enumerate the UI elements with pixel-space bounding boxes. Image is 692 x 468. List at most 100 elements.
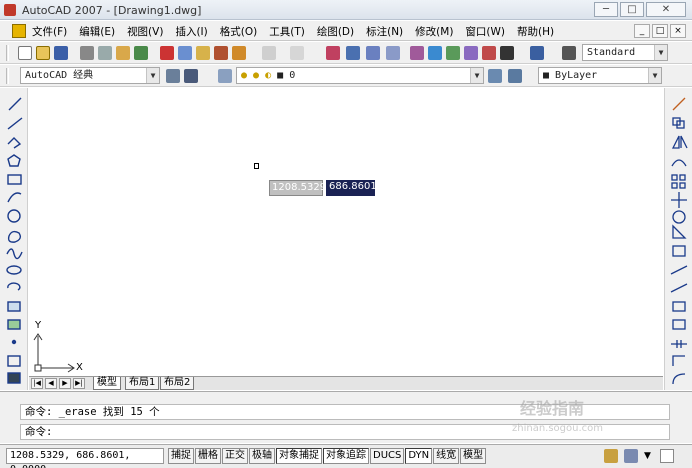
zoom-window-icon[interactable] — [366, 46, 380, 60]
pan-icon[interactable] — [326, 46, 340, 60]
dynamic-input-y[interactable]: 686.8601 — [326, 180, 377, 196]
maximize-button[interactable]: □ — [620, 2, 644, 17]
move-icon — [671, 192, 687, 208]
layer-state-icons: ● ● ◐ — [241, 70, 278, 81]
print-icon[interactable] — [80, 46, 94, 60]
layer-dropdown[interactable]: ● ● ◐ ■ 0 ▼ — [236, 67, 484, 84]
layer-value: 0 — [289, 70, 296, 81]
scale-icon — [672, 224, 687, 239]
otrack-toggle[interactable]: 对象追踪 — [323, 448, 369, 464]
match-properties-icon[interactable] — [214, 46, 228, 60]
properties-icon[interactable] — [410, 46, 424, 60]
dyn-toggle[interactable]: DYN — [405, 448, 433, 464]
menu-dimension[interactable]: 标注(N) — [366, 24, 403, 39]
erase-icon — [672, 97, 686, 111]
toolbar-grip[interactable] — [6, 45, 9, 61]
new-icon[interactable] — [18, 46, 32, 60]
open-icon[interactable] — [36, 46, 50, 60]
close-button[interactable]: ✕ — [646, 2, 686, 17]
status-bar: 1208.5329, 686.8601, 0.0000 捕捉 栅格 正交 极轴 … — [0, 444, 692, 468]
ortho-toggle[interactable]: 正交 — [222, 448, 248, 464]
snap-toggle[interactable]: 捕捉 — [168, 448, 194, 464]
redo-icon[interactable] — [290, 46, 304, 60]
doc-restore-button[interactable]: □ — [652, 24, 668, 38]
tab-layout2[interactable]: 布局2 — [160, 377, 195, 390]
osnap-toggle[interactable]: 对象捕捉 — [276, 448, 322, 464]
menu-insert[interactable]: 插入(I) — [175, 24, 207, 39]
dynamic-input-x[interactable]: 1208.5329 — [269, 180, 326, 196]
help-icon[interactable] — [530, 46, 544, 60]
tab-layout1[interactable]: 布局1 — [125, 377, 160, 390]
coordinate-display[interactable]: 1208.5329, 686.8601, 0.0000 — [6, 448, 164, 468]
ellipse-icon — [6, 265, 22, 275]
menu-help[interactable]: 帮助(H) — [517, 24, 554, 39]
markup-icon[interactable] — [482, 46, 496, 60]
block-editor-icon[interactable] — [232, 46, 246, 60]
prev-tab-button[interactable]: ◀ — [45, 378, 57, 389]
save-workspace-icon[interactable] — [184, 69, 198, 83]
point-icon — [11, 339, 17, 345]
fillet-icon — [672, 373, 686, 385]
last-tab-button[interactable]: ▶| — [73, 378, 85, 389]
minimize-button[interactable]: ─ — [594, 2, 618, 17]
zoom-realtime-icon[interactable] — [346, 46, 360, 60]
communication-center-icon[interactable] — [604, 449, 618, 463]
tool-palettes-icon[interactable] — [446, 46, 460, 60]
menu-edit[interactable]: 编辑(E) — [79, 24, 115, 39]
next-tab-button[interactable]: ▶ — [59, 378, 71, 389]
sheet-set-icon[interactable] — [464, 46, 478, 60]
join-icon — [671, 340, 687, 348]
menu-draw[interactable]: 绘图(D) — [317, 24, 354, 39]
command-window: 命令: _erase 找到 15 个 命令: — [0, 391, 692, 443]
tab-model[interactable]: 模型 — [93, 377, 121, 390]
menu-file[interactable]: 文件(F) — [32, 24, 67, 39]
ducs-toggle[interactable]: DUCS — [370, 448, 405, 464]
plot-preview-icon[interactable] — [98, 46, 112, 60]
menu-format[interactable]: 格式(O) — [220, 24, 257, 39]
3d-dwf-icon[interactable] — [134, 46, 148, 60]
layer-previous-icon[interactable] — [508, 69, 522, 83]
break-at-point-icon — [672, 301, 686, 312]
first-tab-button[interactable]: |◀ — [31, 378, 43, 389]
lock-icon[interactable] — [624, 449, 638, 463]
grid-toggle[interactable]: 栅格 — [195, 448, 221, 464]
design-center-icon[interactable] — [428, 46, 442, 60]
chevron-down-icon[interactable]: ▼ — [644, 451, 651, 461]
layer-manager-icon[interactable] — [218, 69, 232, 83]
calculator-icon[interactable] — [500, 46, 514, 60]
paste-icon[interactable] — [196, 46, 210, 60]
make-current-layer-icon[interactable] — [488, 69, 502, 83]
hatch-icon — [7, 355, 21, 367]
model-toggle[interactable]: 模型 — [460, 448, 487, 464]
text-style-dropdown[interactable]: Standard ▼ — [582, 44, 668, 61]
cut-icon[interactable] — [160, 46, 174, 60]
doc-close-button[interactable]: × — [670, 24, 686, 38]
drawing-canvas[interactable]: Y X — [29, 88, 663, 376]
publish-icon[interactable] — [116, 46, 130, 60]
extend-icon — [670, 283, 688, 293]
workspace-dropdown[interactable]: AutoCAD 经典 ▼ — [20, 67, 160, 84]
chevron-down-icon: ▼ — [470, 68, 483, 83]
chevron-down-icon: ▼ — [654, 45, 667, 60]
workspace-settings-icon[interactable] — [166, 69, 180, 83]
clean-screen-icon[interactable] — [660, 449, 674, 463]
toolbar-grip[interactable] — [6, 68, 9, 84]
menu-modify[interactable]: 修改(M) — [415, 24, 453, 39]
window-controls: ─ □ ✕ — [594, 2, 686, 17]
autocad-app-icon[interactable] — [4, 4, 16, 16]
lineweight-toggle[interactable]: 线宽 — [433, 448, 460, 464]
color-dropdown[interactable]: ■ ByLayer ▼ — [538, 67, 662, 84]
mirror-icon — [671, 135, 688, 149]
copy-icon[interactable] — [178, 46, 192, 60]
menu-window[interactable]: 窗口(W) — [465, 24, 505, 39]
document-icon[interactable] — [12, 24, 26, 38]
undo-icon[interactable] — [262, 46, 276, 60]
menu-view[interactable]: 视图(V) — [127, 24, 163, 39]
polar-toggle[interactable]: 极轴 — [249, 448, 275, 464]
ucs-x-label: X — [76, 362, 83, 373]
menu-tools[interactable]: 工具(T) — [269, 24, 305, 39]
zoom-previous-icon[interactable] — [386, 46, 400, 60]
doc-minimize-button[interactable]: _ — [634, 24, 650, 38]
save-icon[interactable] — [54, 46, 68, 60]
text-style-icon[interactable] — [562, 46, 576, 60]
